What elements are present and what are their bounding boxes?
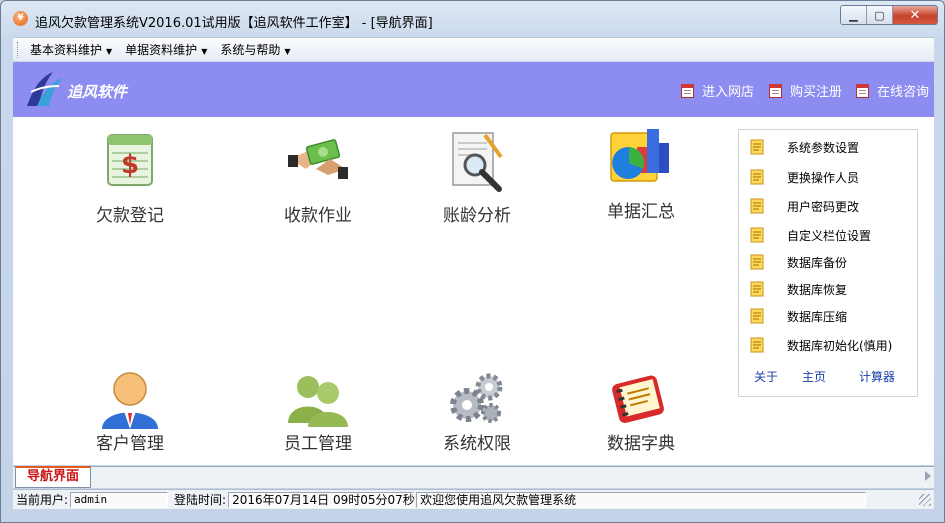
current-user-value: admin bbox=[70, 491, 169, 508]
calendar-icon bbox=[769, 83, 782, 98]
current-user-label: 当前用户: bbox=[16, 493, 69, 507]
close-icon: ✕ bbox=[909, 7, 921, 23]
header-banner: 追风软件 进入网店 购买注册 在线咨询 bbox=[13, 62, 934, 117]
tile-label: 数据字典 bbox=[607, 434, 675, 454]
tile-label: 收款作业 bbox=[284, 206, 352, 226]
note-icon bbox=[750, 227, 764, 243]
navigation-panel: $ 欠款登记 收款作业 账龄分析 单据汇总 客户管理 员工管理 系统权限 数据字… bbox=[13, 117, 934, 465]
action-label: 数据库备份 bbox=[787, 255, 848, 270]
tab-bar: 导航界面 bbox=[13, 466, 934, 488]
charts-icon bbox=[610, 129, 669, 182]
gears-icon bbox=[450, 373, 503, 423]
action-db-restore[interactable]: 数据库恢复 bbox=[739, 278, 919, 300]
status-bar: 当前用户: admin 登陆时间: 2016年07月14日 09时05分07秒 … bbox=[13, 489, 934, 509]
note-icon bbox=[750, 198, 764, 214]
calculator-link[interactable]: 计算器 bbox=[859, 368, 895, 385]
link-label: 进入网店 bbox=[702, 85, 755, 100]
action-db-initialize[interactable]: 数据库初始化(慎用) bbox=[739, 334, 919, 356]
menu-document-data[interactable]: 单据资料维护 ▼ bbox=[125, 41, 207, 58]
chevron-down-icon: ▼ bbox=[284, 47, 291, 56]
action-label: 数据库恢复 bbox=[787, 282, 848, 297]
close-button[interactable]: ✕ bbox=[893, 6, 937, 24]
note-icon bbox=[750, 337, 764, 353]
tile-payment-collection[interactable]: 收款作业 bbox=[253, 129, 383, 249]
action-label: 更换操作人员 bbox=[787, 170, 860, 185]
note-icon bbox=[750, 308, 764, 324]
app-icon[interactable]: ¥ bbox=[13, 11, 28, 26]
login-time-value: 2016年07月14日 09时05分07秒 bbox=[228, 491, 415, 508]
logo-icon bbox=[27, 72, 63, 106]
note-icon bbox=[750, 254, 764, 270]
svg-text:$: $ bbox=[121, 150, 139, 180]
resize-grip-icon[interactable] bbox=[919, 494, 931, 506]
tile-label: 客户管理 bbox=[96, 434, 164, 454]
window-title: 追风欠款管理系统V2016.01试用版【追风软件工作室】 - [导航界面] bbox=[35, 16, 433, 31]
tab-navigation[interactable]: 导航界面 bbox=[15, 466, 91, 488]
action-change-operator[interactable]: 更换操作人员 bbox=[739, 166, 919, 188]
action-change-password[interactable]: 用户密码更改 bbox=[739, 195, 919, 217]
menu-label: 系统与帮助 bbox=[220, 43, 281, 57]
tile-label: 系统权限 bbox=[443, 434, 511, 454]
action-db-compress[interactable]: 数据库压缩 bbox=[739, 305, 919, 327]
calendar-icon bbox=[856, 83, 869, 98]
menu-bar: 基本资料维护 ▼ 单据资料维护 ▼ 系统与帮助 ▼ bbox=[13, 37, 934, 61]
note-icon bbox=[750, 281, 764, 297]
tile-document-summary[interactable]: 单据汇总 bbox=[576, 125, 706, 245]
tile-debt-register[interactable]: $ 欠款登记 bbox=[65, 129, 195, 249]
note-icon bbox=[750, 139, 764, 155]
user-icon bbox=[102, 372, 158, 429]
address-book-icon bbox=[612, 375, 664, 423]
action-custom-fields[interactable]: 自定义栏位设置 bbox=[739, 224, 919, 246]
users-icon bbox=[288, 376, 348, 427]
enter-shop-link[interactable]: 进入网店 bbox=[681, 81, 754, 100]
login-time-label: 登陆时间: bbox=[174, 493, 227, 507]
action-label: 数据库压缩 bbox=[787, 309, 848, 324]
homepage-link[interactable]: 主页 bbox=[802, 368, 826, 385]
status-message: 欢迎您使用追风欠款管理系统 bbox=[416, 491, 867, 508]
action-label: 用户密码更改 bbox=[787, 199, 860, 214]
minimize-icon: ▁ bbox=[849, 8, 858, 22]
window-controls: ▁ ▢ ✕ bbox=[840, 5, 938, 25]
tile-label: 员工管理 bbox=[284, 434, 352, 454]
about-link[interactable]: 关于 bbox=[754, 368, 778, 385]
link-label: 在线咨询 bbox=[877, 85, 930, 100]
maximize-icon: ▢ bbox=[874, 8, 885, 22]
calendar-icon bbox=[681, 83, 694, 98]
tile-label: 欠款登记 bbox=[96, 206, 164, 226]
title-bar[interactable]: ¥ 追风欠款管理系统V2016.01试用版【追风软件工作室】 - [导航界面] … bbox=[1, 1, 944, 35]
link-label: 购买注册 bbox=[790, 85, 843, 100]
quick-actions-panel: 系统参数设置 更换操作人员 用户密码更改 自定义栏位设置 数据库备份 数据库恢复 bbox=[738, 129, 918, 397]
menu-label: 基本资料维护 bbox=[30, 43, 103, 57]
ledger-money-icon: $ bbox=[107, 134, 153, 186]
menu-basic-data[interactable]: 基本资料维护 ▼ bbox=[30, 41, 112, 58]
maximize-button[interactable]: ▢ bbox=[867, 6, 893, 24]
action-label: 自定义栏位设置 bbox=[787, 228, 872, 243]
cash-handshake-icon bbox=[288, 139, 348, 179]
tab-scroll-right-icon[interactable] bbox=[925, 471, 931, 481]
action-db-backup[interactable]: 数据库备份 bbox=[739, 251, 919, 273]
menu-label: 单据资料维护 bbox=[125, 43, 198, 57]
tile-label: 单据汇总 bbox=[607, 202, 675, 222]
buy-register-link[interactable]: 购买注册 bbox=[769, 81, 842, 100]
menu-system-help[interactable]: 系统与帮助 ▼ bbox=[220, 41, 290, 58]
chevron-down-icon: ▼ bbox=[201, 47, 208, 56]
tile-aging-analysis[interactable]: 账龄分析 bbox=[412, 129, 542, 249]
chevron-down-icon: ▼ bbox=[106, 47, 113, 56]
magnifier-document-icon bbox=[452, 132, 503, 192]
action-label: 系统参数设置 bbox=[787, 140, 860, 155]
online-consult-link[interactable]: 在线咨询 bbox=[856, 81, 929, 100]
minimize-button[interactable]: ▁ bbox=[841, 6, 867, 24]
menu-grip[interactable] bbox=[17, 41, 20, 58]
action-system-params[interactable]: 系统参数设置 bbox=[739, 136, 919, 158]
app-window: ¥ 追风欠款管理系统V2016.01试用版【追风软件工作室】 - [导航界面] … bbox=[0, 0, 945, 523]
brand-name: 追风软件 bbox=[67, 83, 128, 101]
action-label: 数据库初始化(慎用) bbox=[787, 338, 893, 353]
tile-label: 账龄分析 bbox=[443, 206, 511, 226]
note-icon bbox=[750, 169, 764, 185]
